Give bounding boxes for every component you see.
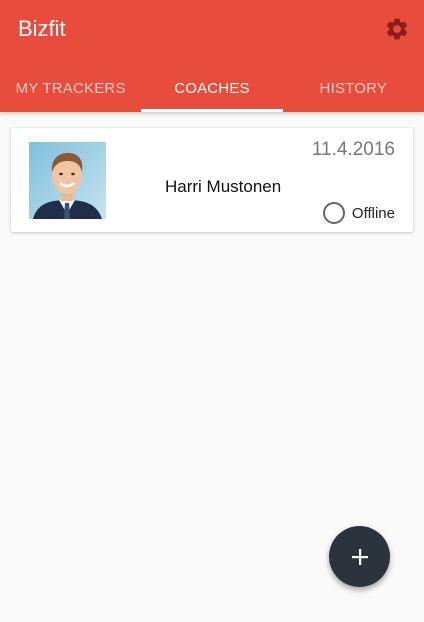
status-indicator: Offline: [322, 202, 395, 224]
coach-date: 11.4.2016: [311, 139, 395, 160]
circle-outline-icon: [322, 202, 345, 224]
tab-bar: MY TRACKERS COACHES HISTORY: [0, 64, 424, 112]
settings-button[interactable]: [384, 16, 410, 42]
plus-icon: [351, 548, 368, 565]
tab-my-trackers-label: MY TRACKERS: [15, 79, 126, 97]
status-label: Offline: [351, 204, 395, 222]
tab-coaches[interactable]: COACHES: [141, 64, 283, 112]
tab-coaches-label: COACHES: [174, 79, 250, 97]
tab-my-trackers[interactable]: MY TRACKERS: [0, 64, 141, 112]
coach-photo: [29, 142, 106, 219]
tab-active-indicator: [141, 109, 283, 112]
coach-name: Harri Mustonen: [165, 177, 282, 196]
avatar: [29, 142, 106, 219]
tab-history-label: HISTORY: [319, 79, 388, 97]
app-bar: Bizfit MY TRACKERS COACHES HISTORY: [0, 0, 424, 112]
add-coach-button[interactable]: [329, 526, 390, 587]
app-title: Bizfit: [18, 16, 66, 41]
gear-icon: [386, 18, 408, 40]
coach-card[interactable]: 11.4.2016 Harri Mustonen Offline: [11, 128, 413, 232]
tab-history[interactable]: HISTORY: [283, 64, 424, 112]
